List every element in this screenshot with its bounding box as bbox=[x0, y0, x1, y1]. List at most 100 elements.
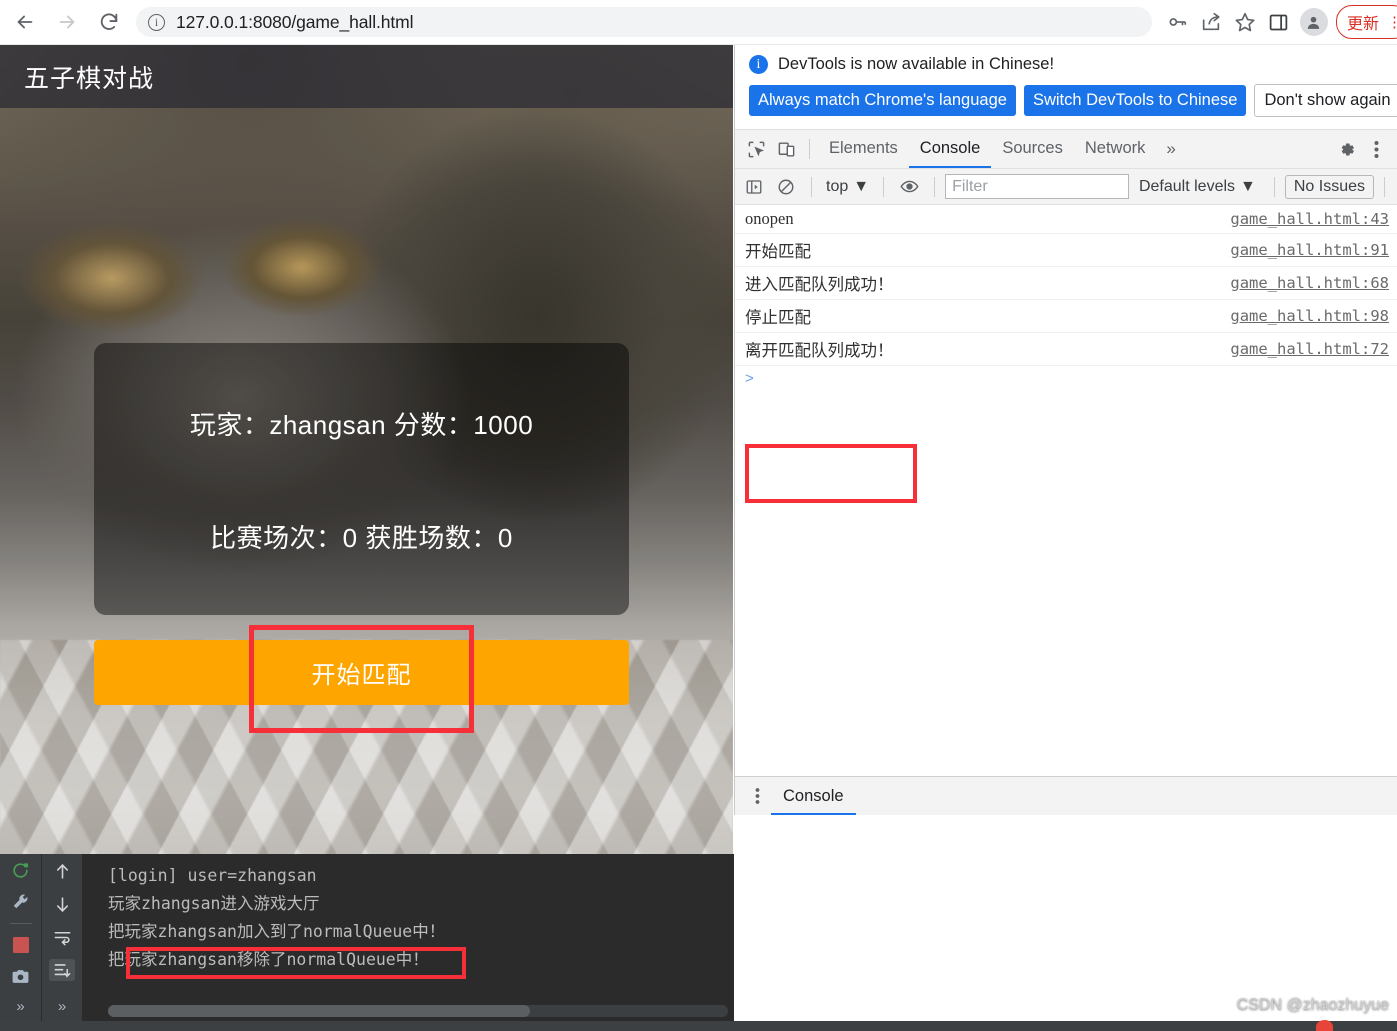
password-key-icon[interactable] bbox=[1160, 5, 1194, 39]
page-title: 五子棋对战 bbox=[24, 64, 155, 93]
site-info-icon[interactable]: i bbox=[148, 13, 165, 31]
terminal-line: 玩家zhangsan进入游戏大厅 bbox=[108, 894, 320, 913]
camera-screenshot-icon[interactable] bbox=[8, 966, 34, 987]
more-actions-icon-left[interactable]: » bbox=[16, 998, 24, 1015]
stop-icon[interactable] bbox=[8, 935, 34, 956]
run-toolbar-right: » bbox=[41, 854, 82, 1021]
console-message-list[interactable]: onopen game_hall.html:43 开始匹配 game_hall.… bbox=[735, 205, 1397, 776]
rerun-icon[interactable] bbox=[8, 860, 34, 881]
console-sidebar-toggle-icon[interactable] bbox=[739, 174, 769, 200]
console-prompt[interactable]: > bbox=[735, 366, 1397, 391]
switch-devtools-chinese-button[interactable]: Switch DevTools to Chinese bbox=[1023, 85, 1247, 116]
console-log-row[interactable]: 离开匹配队列成功！ game_hall.html:72 bbox=[735, 333, 1397, 366]
live-expression-eye-icon[interactable] bbox=[894, 174, 924, 200]
address-bar[interactable]: i 127.0.0.1:8080/game_hall.html bbox=[136, 7, 1152, 37]
reload-button[interactable] bbox=[92, 5, 126, 39]
always-match-language-button[interactable]: Always match Chrome's language bbox=[749, 85, 1016, 116]
divider bbox=[934, 176, 936, 197]
terminal-line: 把玩家zhangsan加入到了normalQueue中！ bbox=[108, 922, 446, 941]
scroll-to-end-icon[interactable] bbox=[49, 959, 75, 981]
player-name-score: 玩家：zhangsan 分数：1000 bbox=[189, 410, 534, 440]
tab-elements[interactable]: Elements bbox=[818, 130, 909, 168]
log-levels-selector[interactable]: Default levels ▼ bbox=[1131, 178, 1264, 196]
more-actions-icon-right[interactable]: » bbox=[58, 998, 66, 1015]
annotation-box-console-logs bbox=[745, 444, 917, 503]
up-arrow-icon[interactable] bbox=[49, 860, 75, 882]
annotation-box-terminal-line bbox=[126, 947, 466, 979]
banner-message: DevTools is now available in Chinese! bbox=[778, 55, 1055, 73]
update-kebab-icon[interactable]: ⋮ bbox=[1387, 13, 1397, 31]
update-button[interactable]: 更新 ⋮ bbox=[1335, 5, 1397, 39]
execution-context-label: top bbox=[826, 177, 849, 195]
devtools-kebab-icon[interactable] bbox=[1361, 135, 1391, 163]
url-text: 127.0.0.1:8080/game_hall.html bbox=[176, 11, 414, 32]
console-log-message: 离开匹配队列成功！ bbox=[745, 341, 894, 360]
run-toolbar-left: » bbox=[0, 854, 41, 1021]
console-log-source-link[interactable]: game_hall.html:68 bbox=[1230, 274, 1389, 292]
devtools-tab-bar: Elements Console Sources Network » bbox=[735, 129, 1397, 169]
share-icon[interactable] bbox=[1194, 5, 1228, 39]
clear-console-icon[interactable] bbox=[771, 174, 801, 200]
console-log-source-link[interactable]: game_hall.html:98 bbox=[1230, 307, 1389, 325]
chevron-down-icon: ▼ bbox=[853, 177, 870, 195]
settings-gear-icon[interactable] bbox=[1331, 135, 1361, 163]
reload-icon bbox=[100, 13, 118, 30]
settings-wrench-icon[interactable] bbox=[8, 892, 34, 913]
tab-sources[interactable]: Sources bbox=[991, 130, 1074, 168]
console-filter-input[interactable] bbox=[945, 174, 1129, 199]
devtools-panel: i DevTools is now available in Chinese! … bbox=[734, 45, 1397, 815]
os-taskbar bbox=[0, 1021, 1397, 1031]
tab-console[interactable]: Console bbox=[908, 130, 992, 168]
web-page-content: 五子棋对战 玩家：zhangsan 分数：1000 比赛场次：0 获胜场数：0 … bbox=[0, 45, 733, 854]
profile-avatar[interactable] bbox=[1299, 8, 1328, 36]
player-match-stats: 比赛场次：0 获胜场数：0 bbox=[210, 523, 513, 553]
console-log-message: onopen bbox=[745, 209, 794, 228]
back-arrow-icon bbox=[17, 15, 33, 29]
console-log-row[interactable]: 进入匹配队列成功！ game_hall.html:68 bbox=[735, 267, 1397, 300]
person-icon bbox=[1308, 16, 1320, 29]
bookmark-star-icon[interactable] bbox=[1228, 5, 1262, 39]
forward-button[interactable] bbox=[50, 5, 84, 39]
drawer-tab-console[interactable]: Console bbox=[771, 778, 856, 815]
browser-toolbar: i 127.0.0.1:8080/game_hall.html 更新 ⋮ bbox=[0, 0, 1397, 45]
console-log-message: 进入匹配队列成功！ bbox=[745, 275, 894, 294]
log-levels-label: Default levels bbox=[1138, 177, 1236, 195]
side-panel-icon[interactable] bbox=[1262, 5, 1296, 39]
console-log-message: 开始匹配 bbox=[745, 242, 811, 261]
device-toolbar-icon[interactable] bbox=[771, 135, 801, 163]
console-log-source-link[interactable]: game_hall.html:43 bbox=[1230, 210, 1389, 228]
divider bbox=[811, 176, 812, 197]
player-info-card: 玩家：zhangsan 分数：1000 比赛场次：0 获胜场数：0 bbox=[94, 343, 629, 615]
taskbar-notification-icon[interactable] bbox=[1316, 1020, 1333, 1031]
down-arrow-icon[interactable] bbox=[49, 893, 75, 915]
console-log-row[interactable]: onopen game_hall.html:43 bbox=[735, 205, 1397, 234]
divider bbox=[1273, 176, 1275, 197]
chevron-down-icon: ▼ bbox=[1240, 177, 1256, 195]
console-log-source-link[interactable]: game_hall.html:72 bbox=[1230, 340, 1389, 358]
terminal-horizontal-scrollbar[interactable] bbox=[108, 1005, 728, 1017]
console-log-row[interactable]: 停止匹配 game_hall.html:98 bbox=[735, 300, 1397, 333]
terminal-output[interactable]: [login] user=zhangsan 玩家zhangsan进入游戏大厅 把… bbox=[82, 854, 734, 1021]
page-header: 五子棋对战 bbox=[0, 45, 733, 108]
inspect-element-icon[interactable] bbox=[741, 135, 771, 163]
toolbar-icons: 更新 ⋮ bbox=[1160, 5, 1397, 39]
watermark: CSDN @zhaozhuyue bbox=[1236, 996, 1389, 1013]
forward-arrow-icon bbox=[59, 15, 75, 29]
issues-button[interactable]: No Issues bbox=[1284, 174, 1374, 199]
divider bbox=[9, 923, 32, 924]
console-log-message: 停止匹配 bbox=[745, 308, 811, 327]
console-filter-bar: top ▼ Default levels ▼ No Issues bbox=[735, 169, 1397, 205]
devtools-language-banner: i DevTools is now available in Chinese! … bbox=[735, 45, 1397, 129]
soft-wrap-icon[interactable] bbox=[49, 926, 75, 948]
prompt-caret-icon: > bbox=[745, 370, 754, 387]
dont-show-again-button[interactable]: Don't show again bbox=[1254, 84, 1397, 117]
more-tabs-icon[interactable]: » bbox=[1156, 139, 1185, 159]
console-log-row[interactable]: 开始匹配 game_hall.html:91 bbox=[735, 234, 1397, 267]
drawer-kebab-icon[interactable] bbox=[743, 787, 771, 805]
tab-network[interactable]: Network bbox=[1074, 130, 1157, 168]
back-button[interactable] bbox=[8, 5, 42, 39]
console-log-source-link[interactable]: game_hall.html:91 bbox=[1230, 241, 1389, 259]
start-match-button[interactable]: 开始匹配 bbox=[94, 640, 629, 705]
divider bbox=[883, 176, 885, 197]
execution-context-selector[interactable]: top ▼ bbox=[822, 178, 873, 196]
